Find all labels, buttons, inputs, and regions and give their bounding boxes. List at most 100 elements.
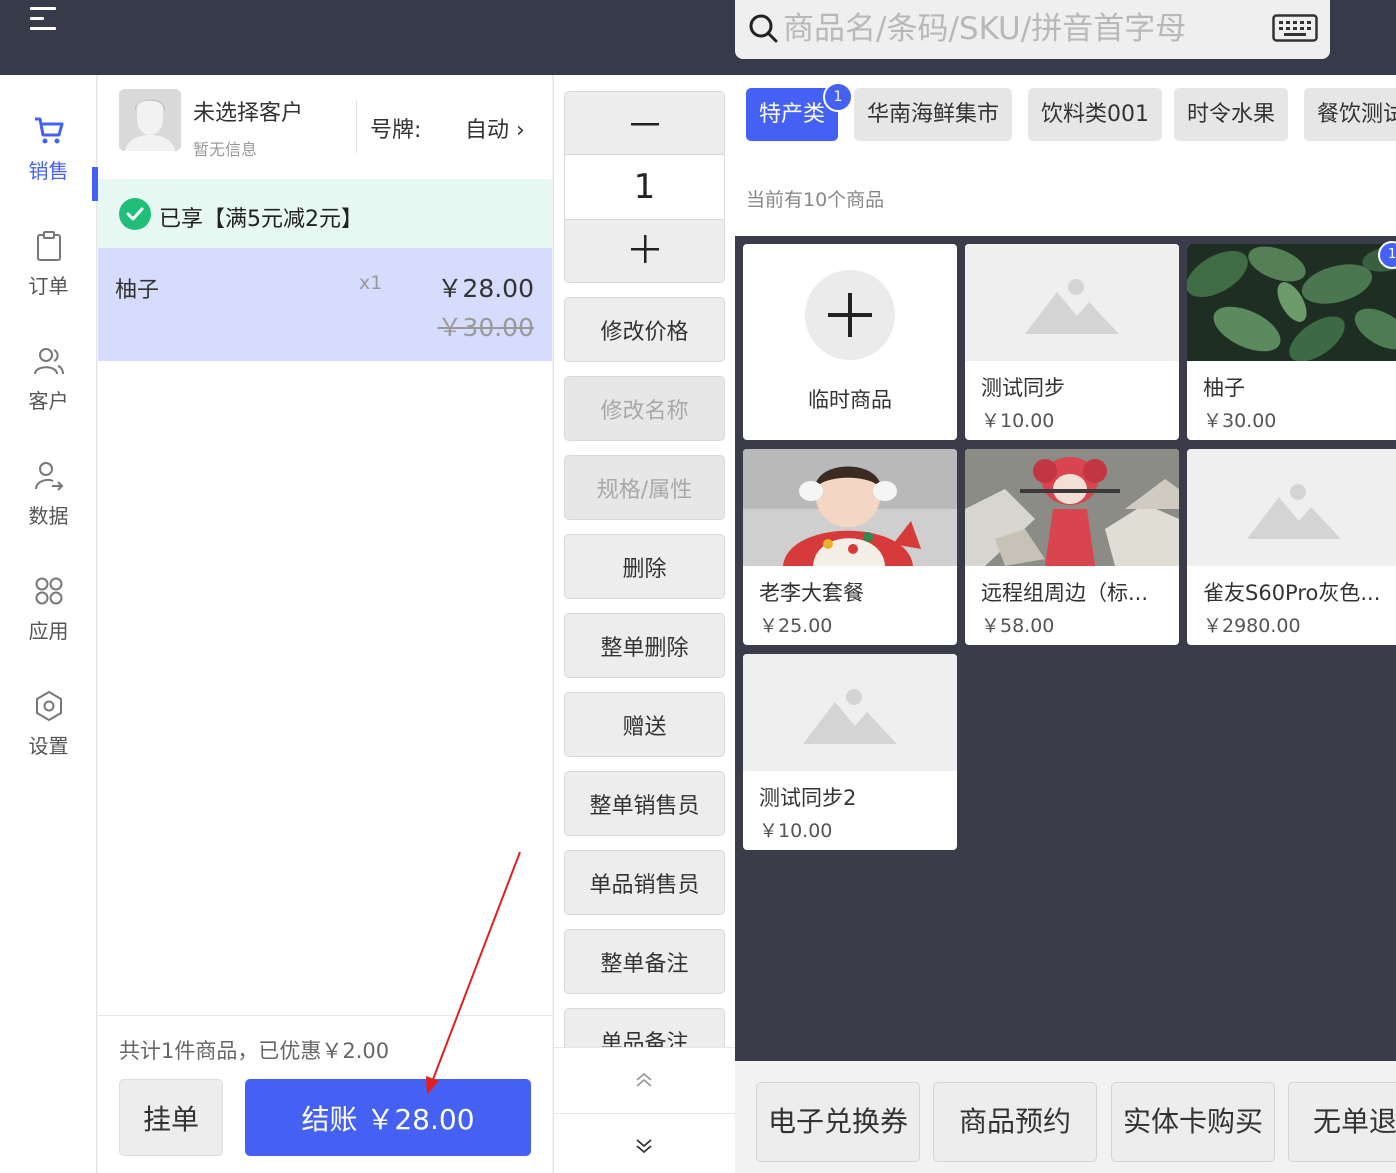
edit-price-button[interactable]: 修改价格 [564, 297, 725, 362]
product-name: 远程组周边（标... [981, 581, 1149, 605]
product-grid: 临时商品 测试同步 ￥10.00 柚子 ￥30.00 老李大套餐 ￥25.00 … [735, 236, 1396, 1061]
double-chevron-up-icon [636, 1072, 652, 1087]
nav-label: 应用 [28, 619, 69, 643]
product-price: ￥10.00 [981, 410, 1055, 432]
scroll-down-button[interactable] [554, 1113, 735, 1173]
search-icon [749, 14, 778, 43]
child-photo [743, 449, 957, 566]
item-original-price: ￥30.00 [437, 313, 534, 342]
nav-label: 客户 [28, 389, 69, 413]
edit-name-button[interactable]: 修改名称 [564, 376, 725, 441]
item-qty: x1 [359, 272, 383, 294]
leaves-photo [1187, 244, 1396, 362]
placeholder-image-icon [965, 244, 1179, 361]
product-card-temporary[interactable]: 临时商品 [743, 244, 957, 440]
product-price: ￥30.00 [1203, 410, 1277, 432]
plus-icon [805, 270, 895, 360]
cart-footer: 共计1件商品，已优惠￥2.00 挂单 结账 ￥28.00 [98, 1015, 552, 1173]
nav-item-data[interactable]: 数据 [0, 460, 97, 560]
product-reservation-button[interactable]: 商品预约 [933, 1082, 1097, 1162]
return-without-receipt-button[interactable]: 无单退货 [1288, 1082, 1396, 1162]
placeholder-image-icon [743, 654, 957, 771]
item-name: 柚子 [115, 278, 160, 303]
product-card[interactable]: 雀友S60Pro灰色... ￥2980.00 [1187, 449, 1396, 645]
plus-icon [630, 235, 659, 263]
item-salesperson-button[interactable]: 单品销售员 [564, 850, 725, 915]
spec-attribute-button[interactable]: 规格/属性 [564, 455, 725, 520]
increase-button[interactable] [565, 219, 724, 282]
minus-icon [630, 122, 659, 125]
gear-icon [35, 691, 62, 721]
quantity-stepper: 1 [564, 91, 725, 283]
delete-order-button[interactable]: 整单删除 [564, 613, 725, 678]
product-card[interactable]: 远程组周边（标... ￥58.00 [965, 449, 1179, 645]
search-input[interactable] [783, 6, 1253, 52]
customer-selector[interactable]: 未选择客户 暂无信息 号牌: 自动 › [98, 75, 552, 179]
product-name: 测试同步 [981, 376, 1065, 400]
action-column: 1 修改价格 修改名称 规格/属性 删除 整单删除 赠送 整单销售员 单品销售员… [553, 75, 735, 1173]
check-circle-icon [119, 198, 151, 230]
nav-label: 订单 [28, 274, 69, 298]
cart-icon [34, 117, 63, 144]
item-price: ￥28.00 [437, 274, 534, 303]
product-price: ￥2980.00 [1203, 615, 1301, 637]
placeholder-image-icon [1187, 449, 1396, 566]
plate-label: 号牌: [370, 118, 422, 143]
nav-label: 销售 [28, 159, 69, 183]
product-card[interactable]: 老李大套餐 ￥25.00 [743, 449, 957, 645]
product-name: 老李大套餐 [759, 581, 864, 605]
product-card[interactable]: 柚子 ￥30.00 [1187, 244, 1396, 440]
promo-text: 已享【满5元减2元】 [159, 207, 363, 232]
order-salesperson-button[interactable]: 整单销售员 [564, 771, 725, 836]
menu-icon[interactable] [30, 7, 56, 33]
product-price: ￥10.00 [759, 820, 833, 842]
top-bar [0, 0, 1396, 75]
cart-item-row[interactable]: 柚子 x1 ￥28.00 ￥30.00 [98, 248, 552, 361]
double-chevron-down-icon [636, 1139, 652, 1154]
category-tab[interactable]: 饮料类001 [1028, 88, 1162, 141]
search-box[interactable] [735, 0, 1330, 59]
nav-item-orders[interactable]: 订单 [0, 230, 97, 330]
nav-item-apps[interactable]: 应用 [0, 575, 97, 675]
product-card[interactable]: 测试同步2 ￥10.00 [743, 654, 957, 850]
e-voucher-button[interactable]: 电子兑换券 [756, 1082, 920, 1162]
hold-order-button[interactable]: 挂单 [119, 1079, 223, 1156]
bottom-action-bar: 电子兑换券 商品预约 实体卡购买 无单退货 [735, 1061, 1396, 1173]
nav-label: 设置 [28, 734, 69, 758]
physical-card-button[interactable]: 实体卡购买 [1111, 1082, 1275, 1162]
category-tab[interactable]: 餐饮测试 [1304, 88, 1396, 141]
product-name: 柚子 [1203, 376, 1245, 400]
promo-banner: 已享【满5元减2元】 [98, 179, 552, 248]
divider [356, 101, 357, 153]
side-nav: 销售 订单 客户 数据 应用 设置 [0, 75, 98, 1173]
scroll-up-button[interactable] [554, 1047, 735, 1113]
customer-name: 未选择客户 [193, 101, 304, 126]
product-price: ￥58.00 [981, 615, 1055, 637]
product-card[interactable]: 测试同步 ￥10.00 [965, 244, 1179, 440]
customer-info: 暂无信息 [193, 140, 258, 159]
clipboard-icon [36, 231, 61, 261]
product-name: 测试同步2 [759, 786, 857, 810]
nav-item-customers[interactable]: 客户 [0, 345, 97, 445]
nav-label: 数据 [28, 504, 69, 528]
checkout-button[interactable]: 结账 ￥28.00 [245, 1079, 531, 1156]
cart-summary: 共计1件商品，已优惠￥2.00 [119, 1039, 390, 1063]
product-name: 临时商品 [808, 388, 892, 412]
keyboard-icon[interactable] [1272, 14, 1318, 42]
decrease-button[interactable] [565, 92, 724, 155]
category-tab[interactable]: 时令水果 [1174, 88, 1289, 141]
order-note-button[interactable]: 整单备注 [564, 929, 725, 994]
quantity-value[interactable]: 1 [565, 156, 724, 219]
apps-icon [35, 577, 62, 605]
cart-panel: 未选择客户 暂无信息 号牌: 自动 › 已享【满5元减2元】 柚子 x1 ￥28… [98, 75, 552, 1173]
plate-selector[interactable]: 自动 › [465, 112, 525, 144]
product-name: 雀友S60Pro灰色... [1203, 581, 1381, 605]
category-tab[interactable]: 华南海鲜集市 [854, 88, 1013, 141]
figurine-photo [965, 449, 1179, 566]
nav-item-settings[interactable]: 设置 [0, 690, 97, 790]
nav-item-sales[interactable]: 销售 [0, 115, 98, 215]
delete-button[interactable]: 删除 [564, 534, 725, 599]
avatar [119, 89, 181, 151]
gift-button[interactable]: 赠送 [564, 692, 725, 757]
category-badge: 1 [823, 82, 853, 112]
